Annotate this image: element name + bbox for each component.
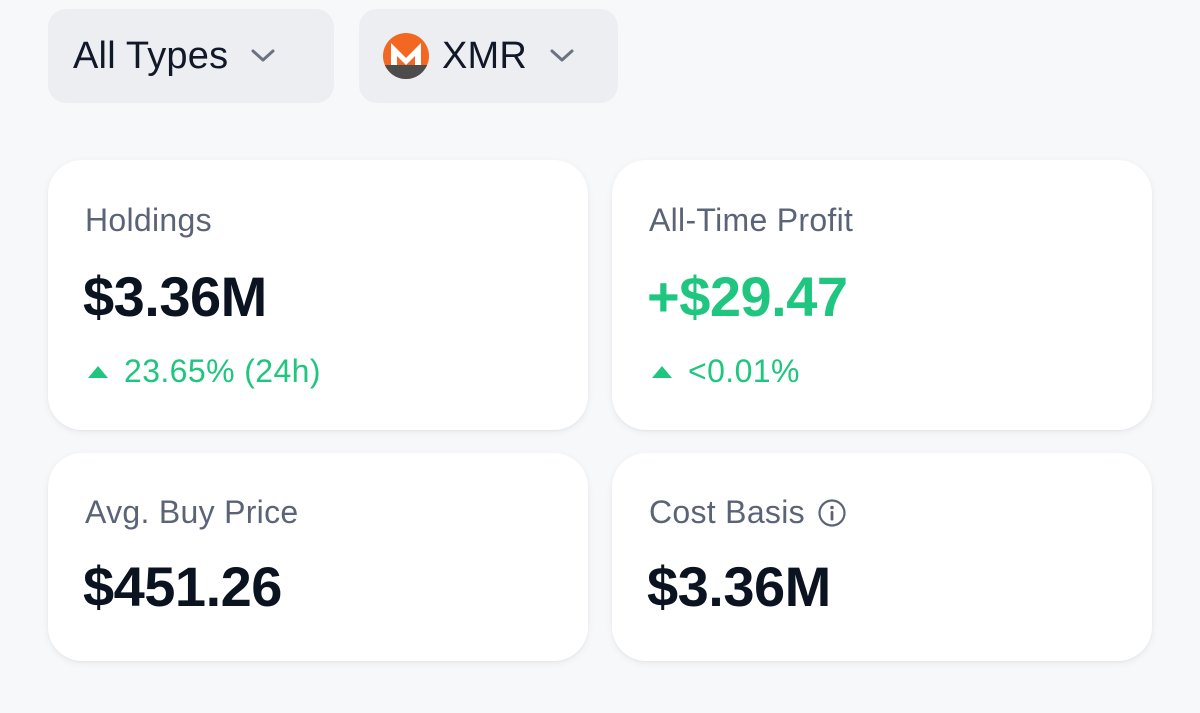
profit-change: <0.01% [652,353,800,390]
cost-basis-card: Cost Basis $3.36M [612,453,1152,661]
trend-up-icon [652,365,672,378]
avg-buy-price-value: $451.26 [83,555,282,618]
profit-change-text: <0.01% [688,353,800,389]
avg-buy-price-label: Avg. Buy Price [85,494,299,530]
filter-bar: All Types XMR [48,9,618,103]
coin-filter-label: XMR [442,34,528,77]
holdings-change: 23.65% (24h) [88,353,321,390]
info-icon[interactable] [817,498,847,528]
cost-basis-label: Cost Basis [649,494,805,530]
holdings-label: Holdings [85,202,212,238]
type-filter-label: All Types [73,34,229,77]
type-filter-dropdown[interactable]: All Types [48,9,334,103]
monero-logo-icon [383,33,429,79]
holdings-change-text: 23.65% (24h) [124,353,321,389]
avg-buy-price-card: Avg. Buy Price $451.26 [48,453,588,661]
cost-basis-label-row: Cost Basis [649,494,847,531]
chevron-down-icon [550,49,574,62]
trend-up-icon [88,365,108,378]
holdings-card: Holdings $3.36M 23.65% (24h) [48,160,588,430]
profit-value: +$29.47 [647,265,848,328]
holdings-value: $3.36M [83,265,267,328]
profit-card: All-Time Profit +$29.47 <0.01% [612,160,1152,430]
profit-label: All-Time Profit [649,202,854,238]
chevron-down-icon [251,49,275,62]
coin-filter-dropdown[interactable]: XMR [359,9,618,103]
cost-basis-value: $3.36M [647,555,831,618]
